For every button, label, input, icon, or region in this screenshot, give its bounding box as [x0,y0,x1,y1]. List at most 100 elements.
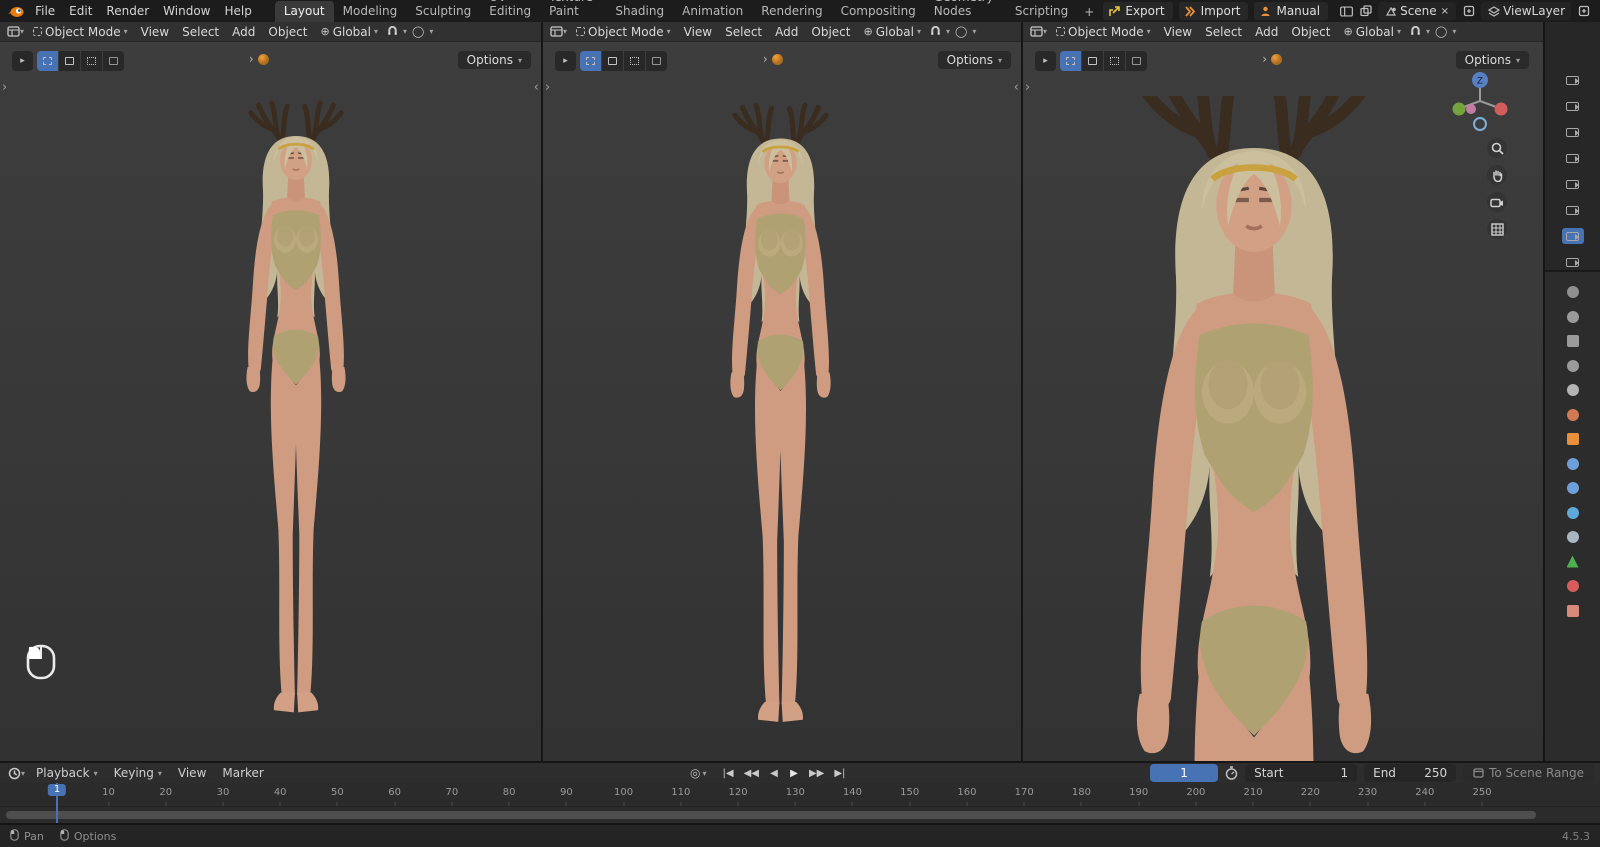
play-reverse-button[interactable]: ◀ [765,767,783,780]
jump-to-next-keyframe-button[interactable]: ▶▶ [805,767,828,780]
properties-tab-world-icon[interactable] [1566,408,1579,421]
select-circle-tool-button[interactable] [59,51,80,71]
viewport-menu-object[interactable]: Object [262,24,313,40]
menu-help[interactable]: Help [217,2,258,20]
workspace-tab-rendering[interactable]: Rendering [752,1,831,22]
to-scene-range-button[interactable]: To Scene Range [1463,764,1594,782]
select-circle-tool-button[interactable] [602,51,623,71]
viewport-2-canvas[interactable]: ▸ › Options ▾ › ‹ [543,42,1021,761]
select-more-tool-button[interactable] [646,51,667,71]
camera-icon[interactable] [1562,150,1584,166]
properties-tab-texture-icon[interactable] [1566,604,1579,617]
redo-panel-collapsed[interactable]: › [763,52,783,66]
scene-selector[interactable]: Scene × [1378,2,1457,20]
mode-select-dropdown[interactable]: Object Mode ▾ [1050,24,1157,40]
workspace-tab-compositing[interactable]: Compositing [832,1,925,22]
properties-tab-scene-icon[interactable] [1566,384,1579,396]
timeline-menu-marker[interactable]: Marker [215,765,270,781]
snap-magnet-icon[interactable] [385,25,400,38]
character-model[interactable] [186,92,406,752]
ortho-grid-icon[interactable] [1487,219,1507,239]
select-box-tool-button[interactable] [37,51,58,71]
add-workspace-button[interactable]: + [1077,2,1101,22]
redo-panel-collapsed[interactable]: › [1262,52,1282,66]
sidebar-expand-arrow[interactable]: ‹ [1014,80,1019,95]
export-button[interactable]: Export [1103,2,1173,20]
redo-panel-collapsed[interactable]: › [249,52,269,66]
select-lasso-tool-button[interactable] [81,51,102,71]
proportional-dropdown[interactable]: ▾ [970,26,978,37]
editor-layout-icon[interactable] [1340,5,1354,17]
workspace-tab-uv-editing[interactable]: UV Editing [480,0,540,22]
frame-start-field[interactable]: Start 1 [1245,764,1358,782]
viewport-menu-select[interactable]: Select [1199,24,1248,40]
menu-window[interactable]: Window [156,2,217,20]
auto-keying-toggle[interactable]: ◎ ▾ [690,766,707,780]
import-button[interactable]: Import [1178,2,1249,20]
zoom-icon[interactable] [1487,138,1507,158]
cursor-tool-button[interactable]: ▸ [1035,51,1056,71]
menu-edit[interactable]: Edit [62,2,99,20]
viewport-1-canvas[interactable]: ▸ › Options ▾ › ‹ [0,42,541,761]
sidebar-expand-arrow[interactable]: ‹ [534,80,539,95]
frame-end-field[interactable]: End 250 [1364,764,1457,782]
jump-to-end-button[interactable]: ▶| [830,767,849,780]
jump-to-start-button[interactable]: |◀ [719,767,738,780]
transform-orientation-dropdown[interactable]: ⊕ Global ▾ [1337,24,1407,40]
properties-tab-object-icon[interactable] [1566,433,1579,445]
camera-icon[interactable] [1562,254,1584,270]
options-button[interactable]: Options ▾ [937,51,1011,69]
viewport-3-canvas[interactable]: ▸ › Options ▾ › Z [1023,42,1543,761]
pan-hand-icon[interactable] [1487,165,1507,185]
options-button[interactable]: Options ▾ [1455,51,1529,69]
select-more-tool-button[interactable] [103,51,124,71]
timeline-body[interactable]: 10 20 30 40 50 60 70 80 90 100 110 120 130 140 150 160 1… [0,783,1600,823]
workspace-tab-layout[interactable]: Layout [274,1,334,22]
camera-icon[interactable] [1562,176,1584,192]
viewport-menu-view[interactable]: View [1158,24,1198,40]
blender-logo-icon[interactable] [6,3,24,19]
properties-tab-output-icon[interactable] [1566,335,1579,347]
editor-type-button[interactable]: ▾ [1028,25,1049,38]
toolbar-expand-arrow[interactable]: › [545,80,550,95]
jump-to-prev-keyframe-button[interactable]: ◀◀ [740,767,763,780]
properties-tab-material-icon[interactable] [1566,580,1579,592]
transform-orientation-dropdown[interactable]: ⊕ Global ▾ [857,24,927,40]
snap-magnet-icon[interactable] [1408,25,1423,38]
select-circle-tool-button[interactable] [1082,51,1103,71]
proportional-editing-icon[interactable]: ◯ [953,24,969,39]
camera-icon[interactable] [1562,202,1584,218]
current-frame-field[interactable]: 1 [1150,764,1219,782]
unlink-icon[interactable]: × [1440,6,1450,17]
properties-tab-physics-icon[interactable] [1566,506,1579,519]
timeline-editor-type-button[interactable]: ▾ [6,766,27,781]
workspace-tab-animation[interactable]: Animation [673,1,752,22]
snap-dropdown[interactable]: ▾ [401,26,409,37]
toolbar-expand-arrow[interactable]: › [2,80,7,95]
navigation-gizmo[interactable]: Z [1449,68,1511,137]
workspace-tab-geometry-nodes[interactable]: Geometry Nodes [925,0,1006,22]
play-button[interactable]: ▶ [785,767,803,780]
camera-icon[interactable] [1562,72,1584,88]
mode-select-dropdown[interactable]: Object Mode ▾ [27,24,134,40]
workspace-tab-sculpting[interactable]: Sculpting [406,1,480,22]
stopwatch-icon[interactable] [1225,766,1238,780]
workspace-tab-shading[interactable]: Shading [606,1,673,22]
editor-type-button[interactable]: ▾ [548,25,569,38]
toolbar-expand-arrow[interactable]: › [1025,80,1030,95]
viewport-menu-object[interactable]: Object [1285,24,1336,40]
viewport-menu-object[interactable]: Object [805,24,856,40]
select-box-tool-button[interactable] [1060,51,1081,71]
snap-dropdown[interactable]: ▾ [944,26,952,37]
character-model[interactable] [669,94,892,761]
menu-file[interactable]: File [28,2,62,20]
camera-icon[interactable] [1561,228,1584,244]
viewport-menu-add[interactable]: Add [769,24,804,40]
camera-view-icon[interactable] [1487,192,1507,212]
timeline-ruler[interactable]: 10 20 30 40 50 60 70 80 90 100 110 120 130 140 150 160 1… [0,783,1600,807]
new-viewlayer-icon[interactable] [1577,5,1590,17]
properties-tab-view-layer-icon[interactable] [1566,359,1579,372]
viewport-menu-view[interactable]: View [678,24,718,40]
viewport-menu-select[interactable]: Select [176,24,225,40]
new-scene-icon[interactable] [1462,5,1475,17]
